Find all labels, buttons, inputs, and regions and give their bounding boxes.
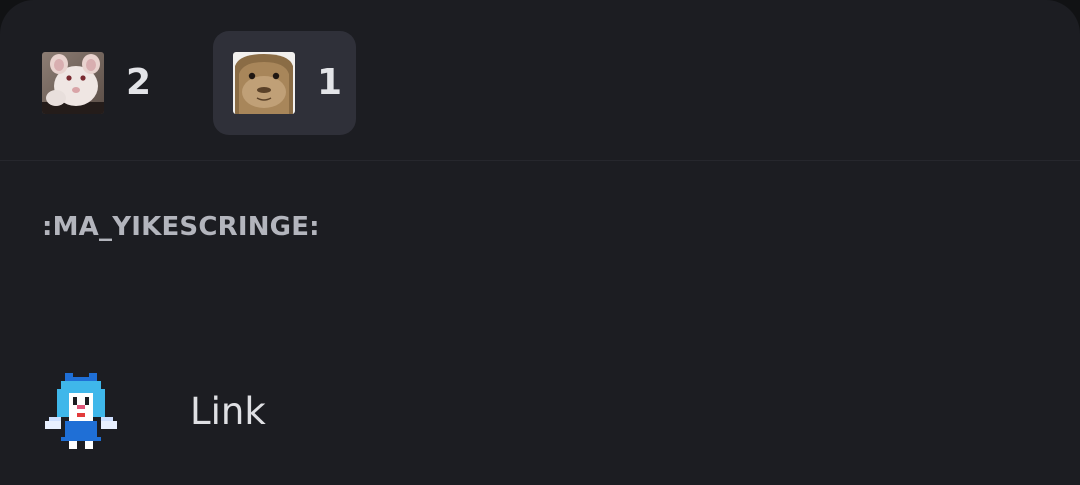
selected-emoji-name: :MA_YIKESCRINGE: <box>42 212 320 242</box>
reactions-sheet: 2 1 :MA_YIKESCRINGE: Link <box>0 0 1080 485</box>
reaction-tab-capybara[interactable]: 1 <box>213 31 356 135</box>
pixel-fairy-avatar-icon <box>45 373 117 449</box>
reactor-username: Link <box>190 390 266 433</box>
reactor-row[interactable]: Link <box>0 360 1080 470</box>
rat-emoji-icon <box>42 52 104 114</box>
reaction-tab-rat[interactable]: 2 <box>26 31 176 135</box>
reaction-count: 1 <box>317 62 343 103</box>
capybara-emoji-icon <box>233 52 295 114</box>
reaction-count: 2 <box>126 62 152 103</box>
reaction-tabs: 2 1 <box>0 0 1080 161</box>
